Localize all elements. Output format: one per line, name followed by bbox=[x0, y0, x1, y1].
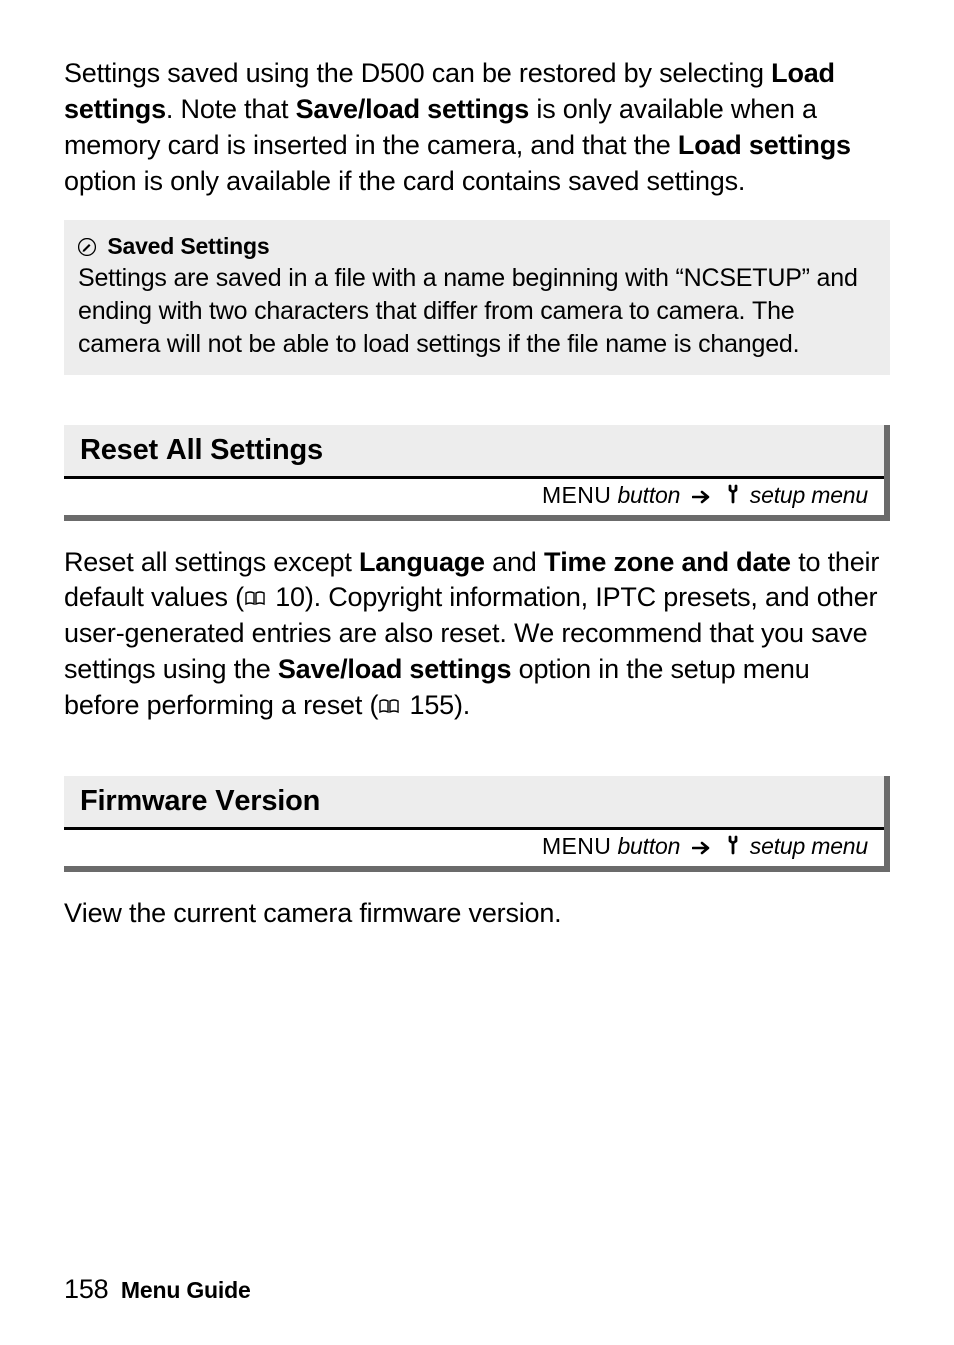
reset-bold3: Save/load settings bbox=[278, 654, 511, 684]
reset-bold1: Language bbox=[359, 547, 485, 577]
wrench-icon bbox=[725, 484, 741, 510]
wrench-icon bbox=[725, 835, 741, 861]
intro-paragraph: Settings saved using the D500 can be res… bbox=[64, 56, 890, 200]
reset-body: Reset all settings except Language and T… bbox=[64, 545, 890, 725]
guide-label: Menu Guide bbox=[121, 1277, 251, 1303]
saved-settings-box: Saved Settings Settings are saved in a f… bbox=[64, 220, 890, 375]
firmware-nav-path: MENU button setup menu bbox=[64, 827, 884, 866]
button-text: button bbox=[611, 833, 680, 859]
intro-t4: option is only available if the card con… bbox=[64, 166, 745, 196]
intro-t1: Settings saved using the D500 can be res… bbox=[64, 58, 771, 88]
intro-b3: Load settings bbox=[678, 130, 851, 160]
reset-nav-path: MENU button setup menu bbox=[64, 476, 884, 515]
page-number: 158 bbox=[64, 1274, 108, 1304]
reset-bold2: Time zone and date bbox=[544, 547, 791, 577]
intro-b2: Save/load settings bbox=[296, 94, 529, 124]
arrow-right-icon bbox=[692, 835, 712, 861]
arrow-right-icon bbox=[692, 484, 712, 510]
menu-label: MENU bbox=[542, 833, 611, 859]
reset-heading: Reset All Settings bbox=[64, 425, 884, 476]
menu-label: MENU bbox=[542, 482, 611, 508]
intro-t2: . Note that bbox=[166, 94, 296, 124]
reset-t1: Reset all settings except bbox=[64, 547, 359, 577]
reset-ref2: 155). bbox=[402, 690, 470, 720]
saved-settings-title: Saved Settings bbox=[107, 233, 269, 259]
book-icon bbox=[378, 692, 400, 721]
firmware-heading: Firmware Version bbox=[64, 776, 884, 827]
saved-settings-title-row: Saved Settings bbox=[78, 232, 876, 262]
pencil-icon bbox=[78, 237, 101, 259]
book-icon bbox=[244, 584, 266, 613]
page-footer: 158 Menu Guide bbox=[64, 1274, 251, 1305]
firmware-body: View the current camera firmware version… bbox=[64, 896, 890, 932]
setup-menu-text: setup menu bbox=[744, 833, 868, 859]
reset-section-header: Reset All Settings MENU button setup men… bbox=[64, 425, 890, 521]
setup-menu-text: setup menu bbox=[744, 482, 868, 508]
firmware-section-header: Firmware Version MENU button setup menu bbox=[64, 776, 890, 872]
button-text: button bbox=[611, 482, 680, 508]
saved-settings-body: Settings are saved in a file with a name… bbox=[78, 262, 876, 361]
reset-mid1: and bbox=[485, 547, 544, 577]
